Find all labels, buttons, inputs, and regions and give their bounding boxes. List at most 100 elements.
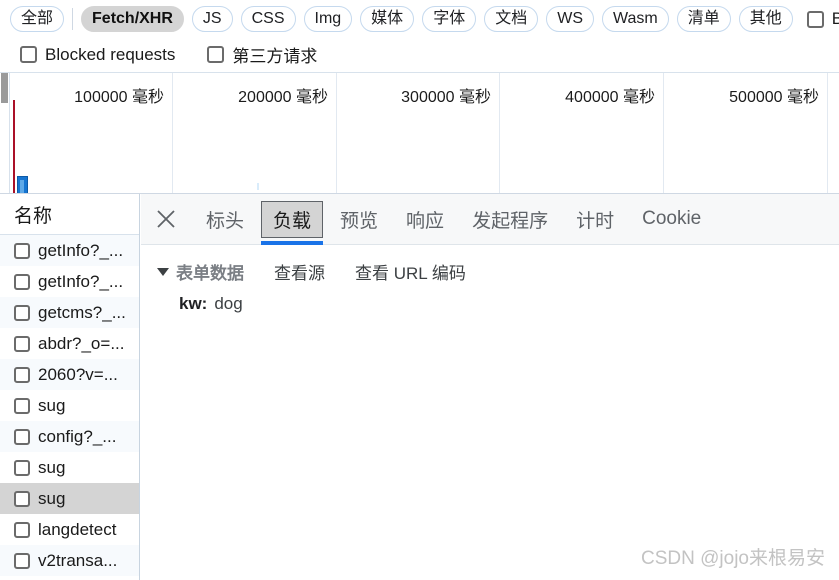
network-overview-timeline[interactable]: 100000 毫秒 200000 毫秒 300000 毫秒 400000 毫秒 5000… xyxy=(0,72,839,194)
type-filter-img[interactable]: Img xyxy=(303,6,353,32)
type-filter-fetch-xhr[interactable]: Fetch/XHR xyxy=(81,6,184,32)
blocked-requests-checkbox-box[interactable] xyxy=(20,46,37,63)
third-party-requests-checkbox[interactable]: 第三方请求 xyxy=(207,42,317,67)
request-row-checkbox[interactable] xyxy=(14,490,30,507)
request-row-name: getInfo?_... xyxy=(38,271,124,291)
form-data-entry: kw: dog xyxy=(157,294,839,314)
tab-发起程序[interactable]: 发起程序 xyxy=(461,201,559,238)
blocked-cookies-checkbox[interactable]: Bloc xyxy=(806,9,839,29)
chevron-down-icon[interactable] xyxy=(157,267,169,276)
resource-type-filter-bar: 全部 Fetch/XHR JS CSS Img 媒体字体文档 WS Wasm 清单其他 Bloc xyxy=(0,0,839,38)
request-row-checkbox[interactable] xyxy=(14,397,30,414)
request-list-rows: getInfo?_... getInfo?_... getcms?_... abdr?… xyxy=(0,235,139,576)
form-data-key: kw: xyxy=(179,294,208,313)
table-row[interactable]: getInfo?_... xyxy=(0,266,139,297)
request-row-checkbox[interactable] xyxy=(14,304,30,321)
close-icon[interactable] xyxy=(149,202,183,236)
type-filter--[interactable]: 全部 xyxy=(10,6,65,32)
request-row-checkbox[interactable] xyxy=(14,428,30,445)
request-row-checkbox[interactable] xyxy=(14,242,30,259)
request-row-name: abdr?_o=... xyxy=(38,333,125,353)
devtools-network-panel: 全部 Fetch/XHR JS CSS Img 媒体字体文档 WS Wasm 清单其他 Bloc… xyxy=(0,0,839,580)
type-filter-js[interactable]: JS xyxy=(191,6,233,32)
overview-tick-label: 400000 毫秒 xyxy=(565,89,655,106)
overview-tick-label: 500000 毫秒 xyxy=(729,89,819,106)
table-row[interactable]: getInfo?_... xyxy=(0,235,139,266)
request-row-name: v2transa... xyxy=(38,550,118,570)
request-list-panel[interactable]: 名称 getInfo?_... getInfo?_... getcms?_...ab… xyxy=(0,194,140,580)
type-filter--[interactable]: 文档 xyxy=(484,6,539,32)
table-row[interactable]: abdr?_o=... xyxy=(0,328,139,359)
type-filter--[interactable]: 媒体 xyxy=(360,6,415,32)
request-row-name: sug xyxy=(38,395,66,415)
third-party-requests-label: 第三方请求 xyxy=(232,47,318,66)
request-row-name: getcms?_... xyxy=(38,302,126,322)
tab-标头[interactable]: 标头 xyxy=(195,201,255,238)
tab-预览[interactable]: 预览 xyxy=(329,201,389,238)
overview-scrollbar-thumb[interactable] xyxy=(1,73,8,103)
dom-content-loaded-marker xyxy=(13,100,15,193)
type-filter-css[interactable]: CSS xyxy=(240,6,296,32)
table-row[interactable]: sug xyxy=(0,483,139,514)
network-options-row: Blocked requests 第三方请求 xyxy=(0,38,839,71)
tab-计时[interactable]: 计时 xyxy=(565,201,625,238)
overview-request-tick xyxy=(257,183,259,190)
overview-tick-label: 200000 毫秒 xyxy=(238,89,328,106)
request-row-name: getInfo?_... xyxy=(38,240,124,260)
tab-cookie[interactable]: Cookie xyxy=(631,201,712,238)
table-row[interactable]: config?_... xyxy=(0,421,139,452)
table-row[interactable]: sug xyxy=(0,452,139,483)
table-row[interactable]: v2transa... xyxy=(0,545,139,576)
request-row-checkbox[interactable] xyxy=(14,335,30,352)
request-row-name: sug xyxy=(38,457,66,477)
type-filter-wasm[interactable]: Wasm xyxy=(602,6,669,32)
filter-separator xyxy=(72,8,74,30)
third-party-requests-checkbox-box[interactable] xyxy=(207,46,225,63)
selected-request-bar[interactable] xyxy=(17,176,28,193)
request-row-name: 2060?v=... xyxy=(38,364,118,384)
form-data-entries: kw: dog xyxy=(157,294,839,314)
type-filter--[interactable]: 字体 xyxy=(422,6,477,32)
view-source-link[interactable]: 查看源 xyxy=(274,259,325,284)
request-row-checkbox[interactable] xyxy=(14,521,30,538)
tab-响应[interactable]: 响应 xyxy=(395,201,455,238)
blocked-requests-checkbox[interactable]: Blocked requests xyxy=(20,45,175,65)
type-filter--[interactable]: 清单 xyxy=(676,6,731,32)
table-row[interactable]: getcms?_... xyxy=(0,297,139,328)
blocked-cookies-checkbox-label: Bloc xyxy=(831,9,839,28)
type-filter--[interactable]: 其他 xyxy=(738,6,793,32)
overview-tick-label: 100000 毫秒 xyxy=(74,89,164,106)
blocked-requests-label: Blocked requests xyxy=(45,44,176,64)
type-filter-ws[interactable]: WS xyxy=(546,6,594,32)
overview-gridline xyxy=(336,73,337,193)
request-row-checkbox[interactable] xyxy=(14,552,30,569)
table-row[interactable]: langdetect xyxy=(0,514,139,545)
detail-tab-group: 标头 负载 预览 响应 发起程序 计时 Cookie xyxy=(195,200,718,245)
form-data-section-header[interactable]: 表单数据 查看源 查看 URL 编码 xyxy=(157,259,839,284)
request-row-checkbox[interactable] xyxy=(14,366,30,383)
request-row-name: sug xyxy=(38,488,66,508)
request-details-panel: 标头 负载 预览 响应 发起程序 计时 Cookie 表单数据 查看源 查看 URL 编码 … xyxy=(141,194,839,580)
request-row-name: langdetect xyxy=(38,519,117,539)
type-filter-group: 全部 Fetch/XHR JS CSS Img 媒体 字体 文档 WS Wasm 清单 其他 xyxy=(10,6,801,32)
table-row[interactable]: 2060?v=... xyxy=(0,359,139,390)
request-row-checkbox[interactable] xyxy=(14,273,30,290)
view-url-encoded-link[interactable]: 查看 URL 编码 xyxy=(355,259,466,284)
overview-gridline xyxy=(172,73,173,193)
selected-request-bar-highlight xyxy=(20,180,24,193)
overview-tick-label: 300000 毫秒 xyxy=(401,89,491,106)
request-row-checkbox[interactable] xyxy=(14,459,30,476)
overview-gridline xyxy=(663,73,664,193)
form-data-title: 表单数据 xyxy=(176,264,244,283)
payload-tab-content: 表单数据 查看源 查看 URL 编码 kw: dog xyxy=(141,245,839,580)
request-row-name: config?_... xyxy=(38,426,117,446)
overview-gridline xyxy=(827,73,828,193)
blocked-cookies-checkbox-box[interactable] xyxy=(806,10,824,28)
overview-left-edge xyxy=(9,73,10,193)
form-data-value: dog xyxy=(214,294,243,313)
request-details-tabbar: 标头 负载 预览 响应 发起程序 计时 Cookie xyxy=(141,194,839,245)
tab-负载[interactable]: 负载 xyxy=(261,200,324,245)
overview-gridline xyxy=(499,73,500,193)
table-row[interactable]: sug xyxy=(0,390,139,421)
request-list-column-header[interactable]: 名称 xyxy=(0,194,139,235)
